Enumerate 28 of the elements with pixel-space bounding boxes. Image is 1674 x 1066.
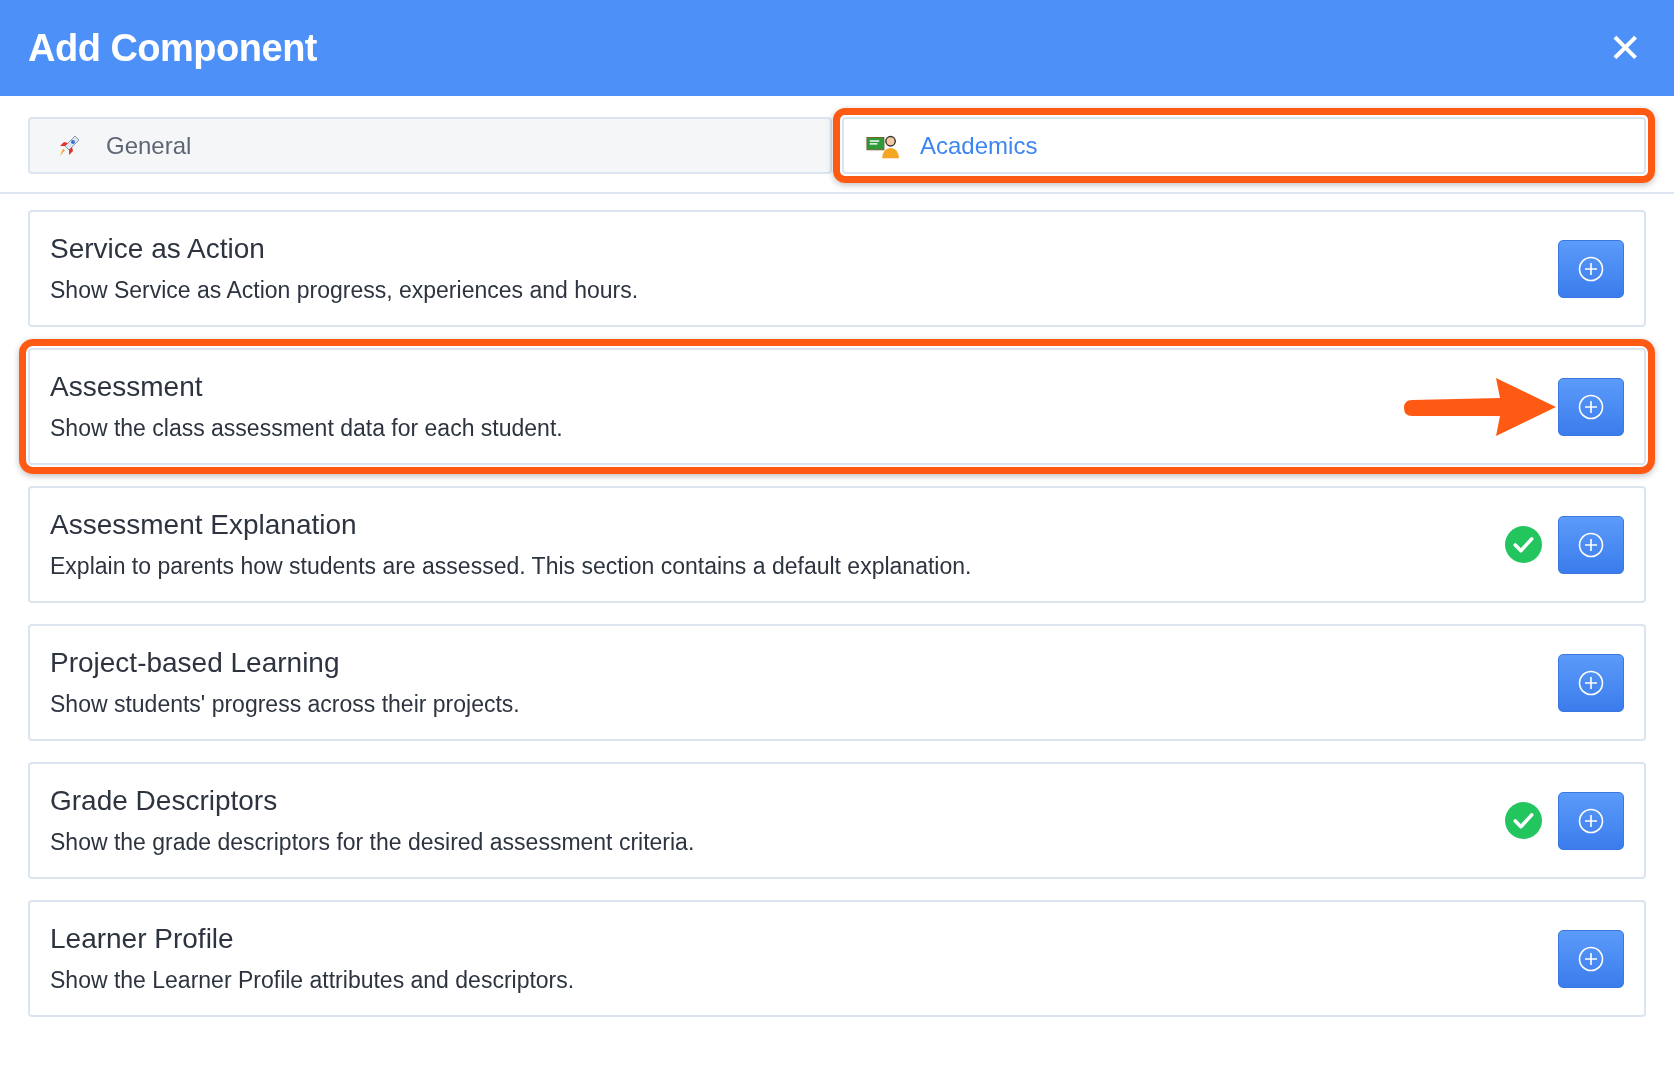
component-description: Explain to parents how students are assessed. This section contains a default explanation.	[50, 553, 972, 580]
component-description: Show the grade descriptors for the desired assessment criteria.	[50, 829, 695, 856]
component-title: Assessment	[50, 371, 204, 403]
add-icon	[1578, 255, 1604, 282]
component-title: Project-based Learning	[50, 647, 341, 679]
add-icon	[1578, 807, 1604, 834]
component-title: Service as Action	[50, 233, 266, 265]
add-button[interactable]	[1558, 239, 1624, 298]
component-description: Show the class assessment data for each student.	[50, 415, 563, 442]
component-title: Assessment Explanation	[50, 509, 358, 541]
tab[interactable]: General	[28, 117, 832, 174]
add-icon	[1578, 945, 1604, 972]
add-button[interactable]	[1558, 653, 1624, 712]
component-title: Grade Descriptors	[50, 785, 279, 817]
add-button[interactable]	[1558, 929, 1624, 988]
add-icon	[1578, 393, 1604, 420]
close-button[interactable]: ✕	[1604, 25, 1646, 71]
dialog-title: Add Component	[28, 26, 317, 70]
component-description: Show students' progress across their projects.	[50, 691, 520, 718]
add-button[interactable]	[1558, 377, 1624, 436]
component-title: Learner Profile	[50, 923, 235, 955]
add-button[interactable]	[1558, 515, 1624, 574]
component-description: Show Service as Action progress, experiences and hours.	[50, 277, 639, 304]
component-description: Show the Learner Profile attributes and descriptors.	[50, 967, 575, 994]
tab[interactable]: Academics	[842, 117, 1646, 174]
add-icon	[1578, 669, 1604, 696]
add-icon	[1578, 531, 1604, 558]
add-button[interactable]	[1558, 791, 1624, 850]
